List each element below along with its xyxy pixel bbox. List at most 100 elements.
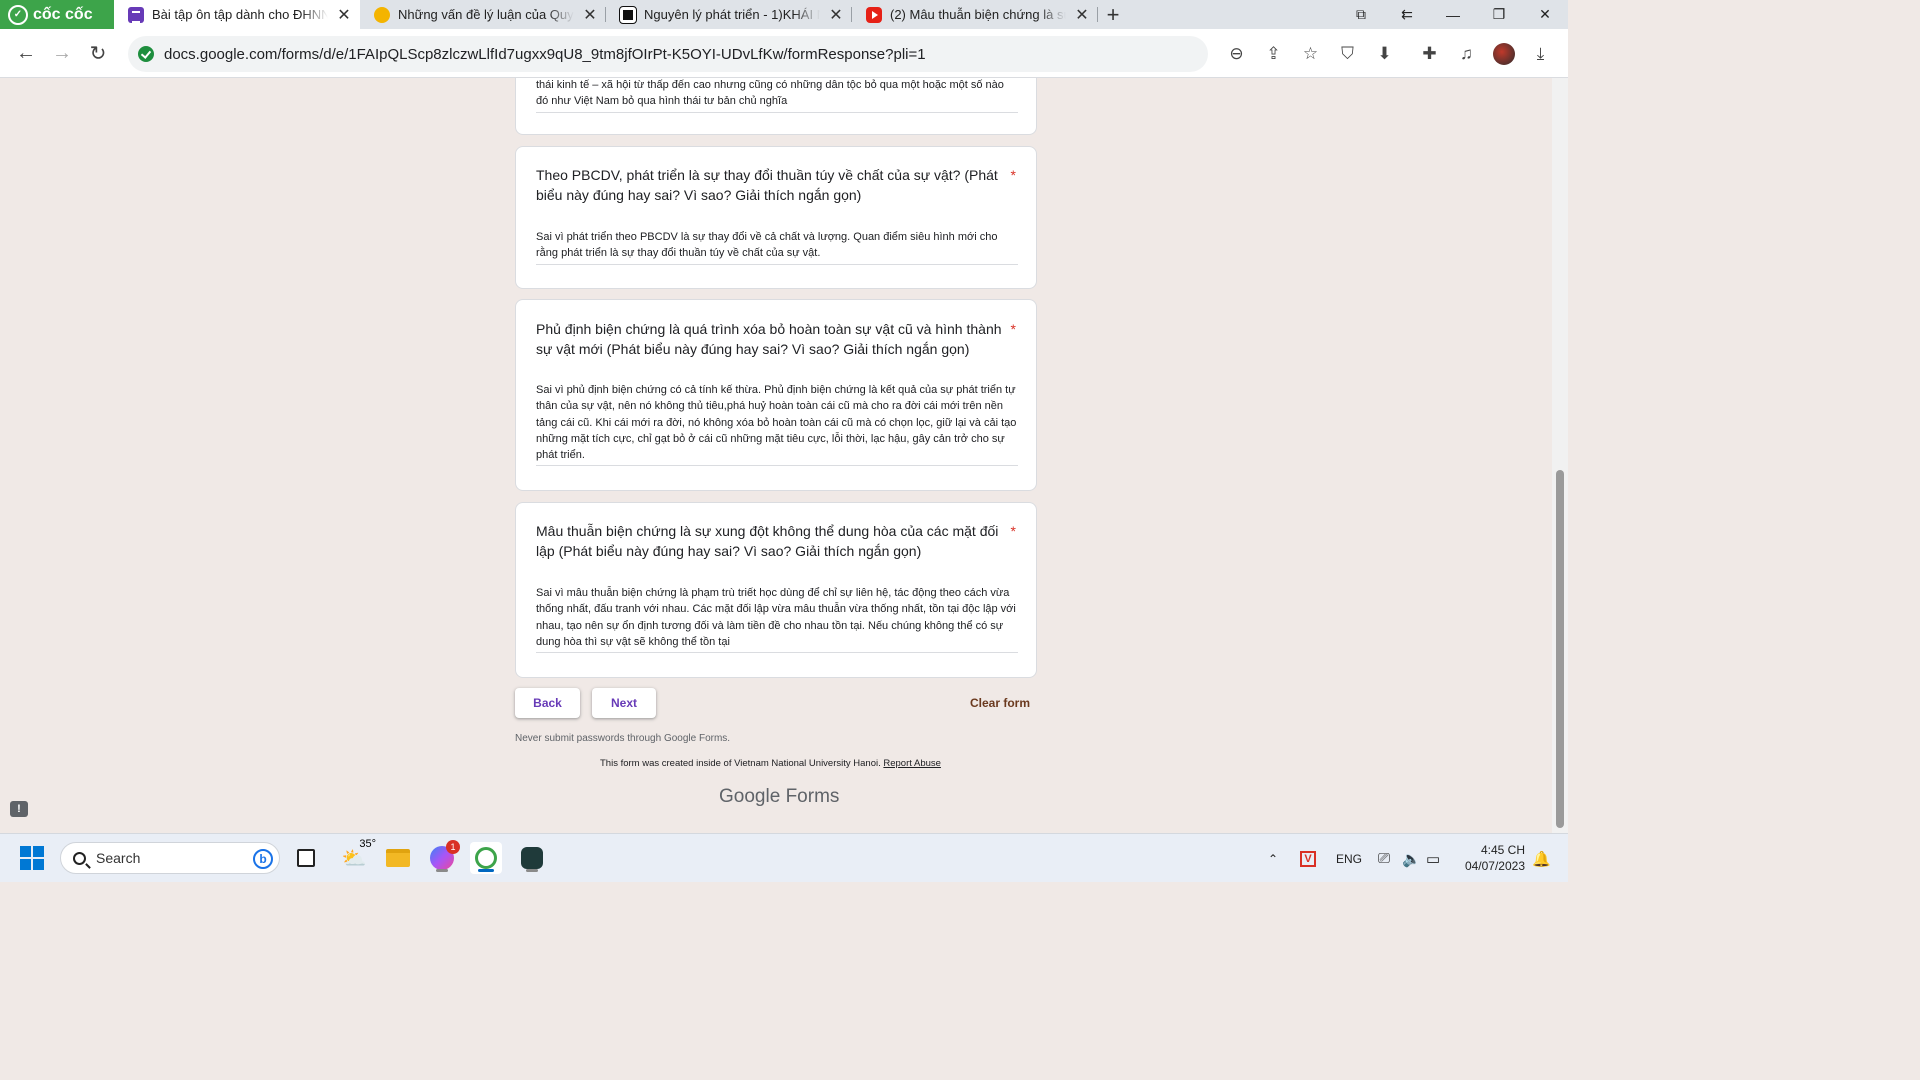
shield-icon[interactable]: ⛉	[1329, 36, 1366, 72]
notifications-icon[interactable]: 🔔	[1532, 834, 1551, 883]
new-tab-button[interactable]: +	[1098, 0, 1128, 29]
forms-wordmark: Forms	[785, 786, 840, 807]
question-title: Phủ định biện chứng là quá trình xóa bỏ …	[536, 321, 1002, 357]
app-shape	[521, 847, 543, 869]
file-explorer-icon[interactable]	[382, 842, 414, 874]
back-button[interactable]: Back	[515, 688, 580, 718]
volume-icon[interactable]: 🔈	[1402, 834, 1421, 883]
created-notice-text: This form was created inside of Vietnam …	[600, 758, 881, 769]
running-indicator	[526, 869, 538, 872]
taskbar: Search b ⛅ 35° 1 ⌃ V ENG ⎚ 🔈 ▭ 4:45 CH 0…	[0, 833, 1568, 882]
close-icon[interactable]: ✕	[828, 5, 844, 25]
download-box-icon[interactable]: ⬇	[1366, 36, 1403, 72]
question-card: thái kinh tế – xã hội từ thấp đến cao nh…	[515, 78, 1037, 135]
scrollbar-thumb[interactable]	[1556, 470, 1564, 828]
required-asterisk: *	[1010, 523, 1016, 539]
report-abuse-link[interactable]: Report Abuse	[883, 758, 941, 769]
password-warning: Never submit passwords through Google Fo…	[515, 733, 731, 744]
windows-logo-icon	[20, 846, 44, 870]
tab-search-icon[interactable]: ⇇	[1384, 0, 1430, 29]
screenshot-icon[interactable]: ⧉	[1338, 0, 1384, 29]
downloads-icon[interactable]: ⤓	[1522, 36, 1559, 72]
reload-icon[interactable]: ↻	[80, 35, 116, 71]
form-page: thái kinh tế – xã hội từ thấp đến cao nh…	[0, 78, 1552, 833]
media-list-icon[interactable]: ♫	[1448, 36, 1485, 72]
notification-badge: 1	[446, 840, 460, 854]
site-icon	[619, 5, 637, 24]
running-indicator	[436, 869, 448, 872]
back-arrow-icon[interactable]: ←	[8, 35, 44, 71]
tab-title: Nguyên lý phát triển - 1)KHÁI NIỆM	[644, 7, 820, 22]
answer-text[interactable]: thái kinh tế – xã hội từ thấp đến cao nh…	[536, 78, 1018, 113]
browser-brand[interactable]: ✓ cốc cốc	[0, 0, 114, 29]
required-asterisk: *	[1010, 167, 1016, 183]
messenger-icon[interactable]: 1	[426, 840, 460, 874]
bookmark-star-icon[interactable]: ☆	[1292, 36, 1329, 72]
secure-lock-icon[interactable]	[138, 46, 154, 62]
tab-title: (2) Mâu thuẫn biện chứng là sự xung	[890, 7, 1066, 22]
question-title: Mâu thuẫn biện chứng là sự xung đột khôn…	[536, 523, 999, 559]
weather-temp: 35°	[359, 838, 376, 850]
question-card: Theo PBCDV, phát triển là sự thay đổi th…	[515, 146, 1037, 289]
next-button[interactable]: Next	[592, 688, 656, 718]
search-label: Search	[96, 850, 141, 866]
close-icon[interactable]: ✕	[1074, 5, 1090, 25]
answer-text[interactable]: Sai vì phát triển theo PBCDV là sự thay …	[536, 229, 1018, 265]
close-icon[interactable]: ✕	[582, 5, 598, 25]
tray-overflow-icon[interactable]: ⌃	[1268, 834, 1278, 883]
browser-toolbar: ← → ↻ docs.google.com/forms/d/e/1FAIpQLS…	[0, 29, 1568, 78]
battery-icon[interactable]: ▭	[1426, 834, 1440, 883]
weather-widget[interactable]: ⛅ 35°	[338, 838, 376, 874]
tab-forms[interactable]: Bài tập ôn tập dành cho ĐHNN tiếng ✕	[114, 0, 360, 29]
close-icon[interactable]: ✕	[336, 5, 352, 25]
tab-youtube[interactable]: (2) Mâu thuẫn biện chứng là sự xung ✕	[852, 0, 1098, 29]
forward-arrow-icon[interactable]: →	[44, 35, 80, 71]
created-notice: This form was created inside of Vietnam …	[600, 758, 941, 769]
close-window-button[interactable]: ✕	[1522, 0, 1568, 29]
url-text[interactable]: docs.google.com/forms/d/e/1FAIpQLScp8zlc…	[164, 46, 926, 63]
system-clock[interactable]: 4:45 CH 04/07/2023	[1455, 842, 1525, 874]
tray-app-icon[interactable]: V	[1300, 834, 1316, 883]
google-forms-icon	[128, 6, 144, 23]
clock-date: 04/07/2023	[1464, 859, 1525, 873]
active-indicator	[478, 869, 494, 872]
language-indicator[interactable]: ENG	[1336, 834, 1362, 883]
clear-form-button[interactable]: Clear form	[960, 688, 1040, 718]
tab-nguyen-ly[interactable]: Nguyên lý phát triển - 1)KHÁI NIỆM ✕	[606, 0, 852, 29]
search-icon	[73, 851, 86, 865]
address-bar[interactable]: docs.google.com/forms/d/e/1FAIpQLScp8zlc…	[128, 36, 1208, 72]
brand-label: cốc cốc	[33, 5, 93, 23]
answer-text[interactable]: Sai vì phủ định biện chứng có cả tính kế…	[536, 382, 1018, 467]
network-icon[interactable]: ⎚	[1378, 834, 1390, 883]
tab-quy-luat[interactable]: Những vấn đề lý luận của Quy luật ✕	[360, 0, 606, 29]
question-card: Phủ định biện chứng là quá trình xóa bỏ …	[515, 299, 1037, 491]
bing-icon[interactable]: b	[253, 849, 273, 869]
youtube-icon	[866, 6, 882, 23]
required-asterisk: *	[1010, 321, 1016, 337]
google-forms-logo[interactable]: Google Forms	[719, 786, 839, 808]
answer-text[interactable]: Sai vì mâu thuẫn biện chứng là phạm trù …	[536, 585, 1018, 654]
google-wordmark: Google	[719, 786, 781, 807]
clock-time: 4:45 CH	[1480, 843, 1525, 857]
coccoc-shape	[475, 847, 497, 869]
restore-button[interactable]: ❐	[1476, 0, 1522, 29]
question-title: Theo PBCDV, phát triển là sự thay đổi th…	[536, 167, 998, 203]
app-icon[interactable]	[516, 842, 548, 874]
minimize-button[interactable]: —	[1430, 0, 1476, 29]
start-button[interactable]	[16, 842, 48, 874]
question-card: Mâu thuẫn biện chứng là sự xung đột khôn…	[515, 502, 1037, 678]
tab-strip: ✓ cốc cốc Bài tập ôn tập dành cho ĐHNN t…	[0, 0, 1568, 29]
taskbar-search[interactable]: Search b	[60, 842, 280, 874]
task-view-shape	[297, 849, 315, 867]
tab-title: Những vấn đề lý luận của Quy luật	[398, 7, 574, 22]
page-scrollbar[interactable]	[1552, 78, 1568, 833]
feedback-icon[interactable]: !	[10, 801, 28, 817]
share-icon[interactable]: ⇪	[1255, 36, 1292, 72]
coccoc-taskbar-icon[interactable]	[470, 842, 502, 874]
tab-title: Bài tập ôn tập dành cho ĐHNN tiếng	[152, 7, 328, 22]
toolbar-icons: ⊖ ⇪ ☆ ⛉ ⬇ ✚ ♫ ⤓	[1218, 29, 1559, 78]
profile-avatar[interactable]	[1485, 36, 1522, 72]
extensions-puzzle-icon[interactable]: ✚	[1411, 36, 1448, 72]
task-view-icon[interactable]	[290, 842, 322, 874]
zoom-out-icon[interactable]: ⊖	[1218, 36, 1255, 72]
